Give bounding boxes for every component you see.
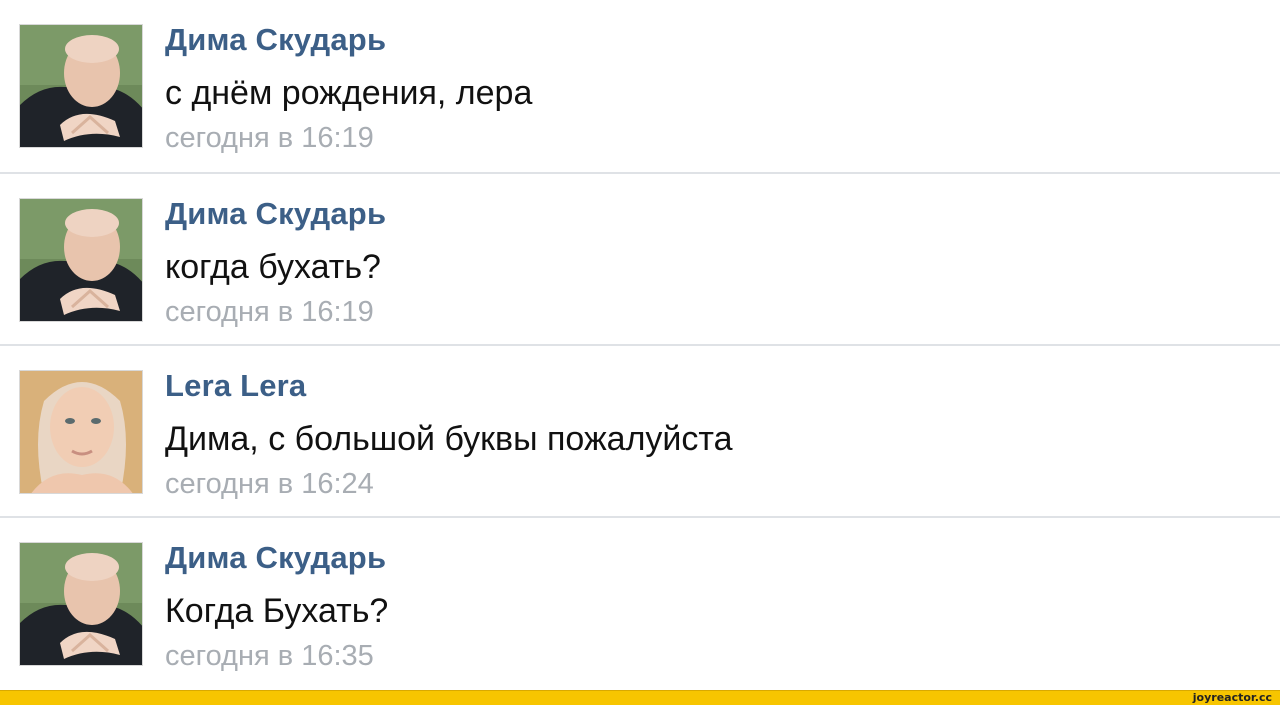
author-name[interactable]: Дима Скударь xyxy=(165,22,386,58)
message-time: сегодня в 16:19 xyxy=(165,296,374,328)
avatar[interactable] xyxy=(19,542,143,666)
message-text: Дима, с большой буквы пожалуйста xyxy=(165,420,733,458)
message-text: когда бухать? xyxy=(165,248,381,286)
author-name[interactable]: Дима Скударь xyxy=(165,540,386,576)
man-photo-icon xyxy=(20,199,142,321)
avatar[interactable] xyxy=(19,370,143,494)
woman-photo-icon xyxy=(20,371,142,493)
message-text: Когда Бухать? xyxy=(165,592,389,630)
avatar[interactable] xyxy=(19,24,143,148)
man-photo-icon xyxy=(20,543,142,665)
man-photo-icon xyxy=(20,25,142,147)
message-list: Дима Скударь с днём рождения, лера сегод… xyxy=(0,0,1280,690)
message-text: с днём рождения, лера xyxy=(165,74,533,112)
message-time: сегодня в 16:24 xyxy=(165,468,374,500)
author-name[interactable]: Lera Lera xyxy=(165,368,306,404)
message-item: Дима Скударь с днём рождения, лера сегод… xyxy=(0,0,1280,172)
message-item: Дима Скударь когда бухать? сегодня в 16:… xyxy=(0,174,1280,346)
watermark-bar: joyreactor.cc xyxy=(0,690,1280,705)
message-item: Дима Скударь Когда Бухать? сегодня в 16:… xyxy=(0,518,1280,690)
message-item: Lera Lera Дима, с большой буквы пожалуйс… xyxy=(0,346,1280,518)
divider xyxy=(0,344,1280,346)
avatar[interactable] xyxy=(19,198,143,322)
divider xyxy=(0,516,1280,518)
watermark-site[interactable]: joyreactor.cc xyxy=(1193,691,1272,705)
divider xyxy=(0,172,1280,174)
message-time: сегодня в 16:35 xyxy=(165,640,374,672)
author-name[interactable]: Дима Скударь xyxy=(165,196,386,232)
message-time: сегодня в 16:19 xyxy=(165,122,374,154)
